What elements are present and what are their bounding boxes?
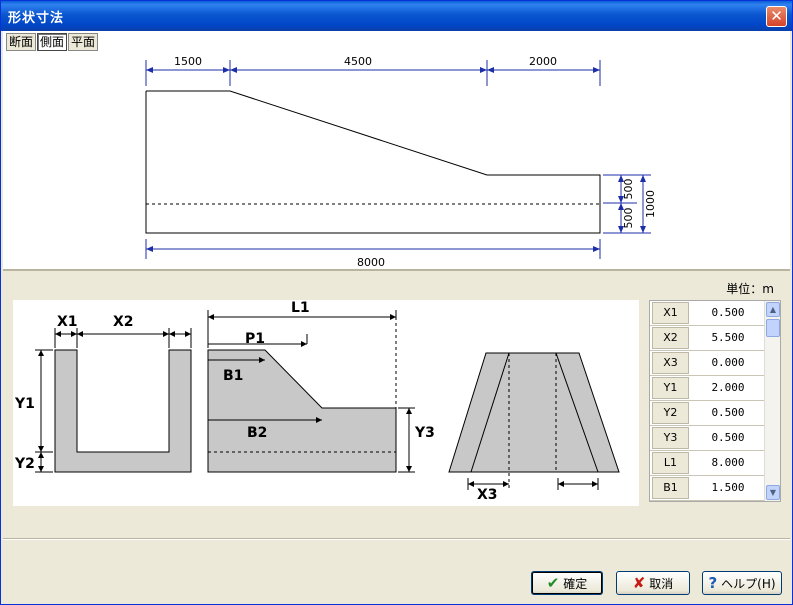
param-value-l1[interactable]: 8.000	[692, 451, 764, 475]
scroll-thumb[interactable]	[766, 319, 780, 337]
unit-label: 単位：m	[726, 282, 774, 296]
dim-label-1500: 1500	[174, 55, 202, 68]
param-row-x3: X3 0.000	[650, 351, 764, 376]
side-view-drawing: 1500 4500 2000 8000 500 500 1000	[145, 55, 657, 269]
label-x2: X2	[113, 314, 134, 330]
label-x1: X1	[57, 314, 78, 330]
ok-button[interactable]: ✔ 確定	[531, 571, 603, 595]
help-button[interactable]: ? ヘルプ(H)	[702, 571, 782, 595]
label-y2: Y2	[14, 456, 35, 472]
cancel-button[interactable]: ✘ 取消	[616, 571, 690, 595]
title-bar: 形状寸法 ✕	[1, 1, 792, 31]
param-value-x3[interactable]: 0.000	[692, 351, 764, 375]
dim-label-2000: 2000	[529, 55, 557, 68]
param-value-y3[interactable]: 0.500	[692, 426, 764, 450]
dim-label-1000: 1000	[644, 190, 657, 218]
schematic-drawing: X1 X2 Y1 Y2 L1 P1 B1 B2 Y3 X3	[14, 300, 620, 503]
parameter-schematic: X1 X2 Y1 Y2 L1 P1 B1 B2 Y3 X3	[13, 300, 639, 506]
param-name: L1	[652, 452, 689, 474]
close-button[interactable]: ✕	[766, 6, 787, 27]
label-x3: X3	[477, 487, 498, 503]
close-icon: ✕	[770, 7, 783, 25]
param-name: X2	[652, 327, 689, 349]
label-y1: Y1	[14, 396, 35, 412]
param-value-x1[interactable]: 0.500	[692, 301, 764, 325]
param-row-b1: B1 1.500	[650, 476, 764, 501]
label-y3: Y3	[414, 425, 435, 441]
param-name: X3	[652, 352, 689, 374]
param-row-y1: Y1 2.000	[650, 376, 764, 401]
check-icon: ✔	[546, 574, 560, 592]
label-b1: B1	[223, 368, 243, 384]
parameter-grid: X1 0.500 X2 5.500 X3 0.000 Y1 2.000 Y2 0…	[649, 300, 781, 502]
param-name: Y2	[652, 402, 689, 424]
param-name: Y1	[652, 377, 689, 399]
param-row-l1: L1 8.000	[650, 451, 764, 476]
cancel-button-label: 取消	[649, 576, 674, 591]
scroll-down-icon[interactable]: ▼	[766, 485, 780, 500]
window-title: 形状寸法	[8, 11, 65, 26]
label-l1: L1	[291, 300, 310, 316]
param-row-x2: X2 5.500	[650, 326, 764, 351]
param-value-x2[interactable]: 5.500	[692, 326, 764, 350]
param-value-b1[interactable]: 1.500	[692, 476, 764, 500]
param-row-y3: Y3 0.500	[650, 426, 764, 451]
param-name: B1	[652, 477, 689, 499]
param-value-y1[interactable]: 2.000	[692, 376, 764, 400]
param-name: Y3	[652, 427, 689, 449]
param-name: X1	[652, 302, 689, 324]
param-value-y2[interactable]: 0.500	[692, 401, 764, 425]
cross-icon: ✘	[632, 574, 646, 592]
plan-trapezoid-shape	[448, 352, 620, 473]
ok-button-label: 確定	[563, 576, 588, 591]
dim-label-4500: 4500	[344, 55, 372, 68]
scroll-up-icon[interactable]: ▲	[766, 302, 780, 317]
shape-dimension-dialog: 形状寸法 ✕ 断面 側面 平面 1500 4500 2000 8000 500 …	[0, 0, 793, 605]
label-p1: P1	[245, 331, 265, 347]
grid-scrollbar[interactable]: ▲ ▼	[764, 301, 780, 501]
label-b2: B2	[247, 425, 267, 441]
help-button-label: ヘルプ(H)	[721, 576, 776, 591]
question-icon: ?	[708, 574, 718, 592]
channel-section-shape	[54, 349, 192, 473]
dim-label-500-top: 500	[622, 179, 635, 200]
side-view-outline	[145, 90, 601, 234]
dim-label-500-bottom: 500	[622, 208, 635, 229]
param-row-x1: X1 0.500	[650, 301, 764, 326]
param-row-y2: Y2 0.500	[650, 401, 764, 426]
dim-label-8000: 8000	[357, 256, 385, 269]
status-separator	[3, 538, 790, 540]
side-view-panel: 断面 側面 平面 1500 4500 2000 8000 500 500 100…	[3, 31, 790, 271]
